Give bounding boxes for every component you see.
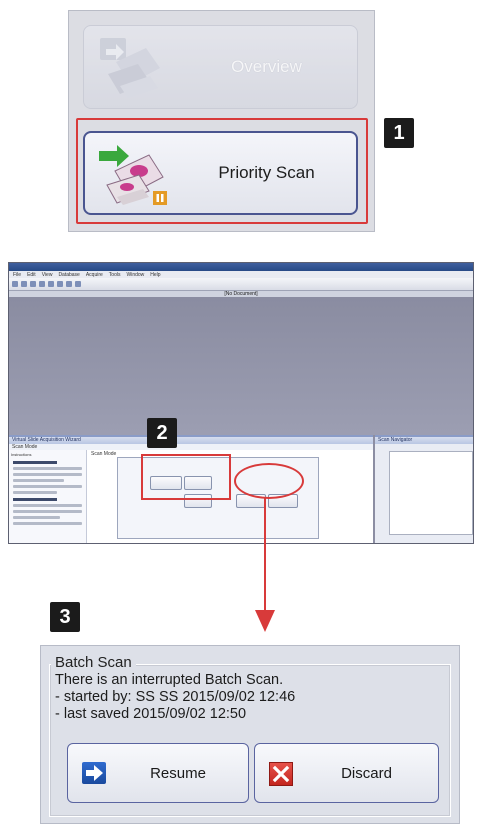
instr-line [13, 473, 82, 476]
batch-message-line: There is an interrupted Batch Scan. [55, 672, 284, 688]
resume-button[interactable]: Resume [67, 743, 249, 803]
scan-navigator-panel: Scan Navigator [375, 435, 473, 543]
priority-scan-highlight [76, 118, 368, 224]
instr-subheading [13, 461, 57, 464]
discard-label: Discard [341, 764, 392, 782]
instr-line [13, 504, 82, 507]
batch-buttons-highlight [234, 463, 304, 499]
arrow-right-icon [82, 762, 106, 784]
resume-label: Resume [150, 764, 206, 782]
menu-help[interactable]: Help [150, 272, 160, 278]
overview-icon [100, 38, 160, 98]
overview-button[interactable]: Overview [83, 25, 358, 109]
app-menu-bar: File Edit View Database Acquire Tools Wi… [9, 271, 473, 278]
menu-acquire[interactable]: Acquire [86, 272, 103, 278]
close-x-icon [269, 762, 293, 786]
toolbar-icon[interactable] [30, 281, 36, 287]
menu-database[interactable]: Database [58, 272, 79, 278]
batch-started-by: - started by: SS SS 2015/09/02 12:46 [55, 689, 296, 705]
batch-scan-dialog: Batch Scan There is an interrupted Batch… [40, 645, 460, 824]
scan-mode-highlight [141, 454, 231, 500]
callout-1: 1 [384, 118, 414, 148]
menu-tools[interactable]: Tools [109, 272, 121, 278]
instr-line [13, 479, 65, 482]
toolbar-icon[interactable] [39, 281, 45, 287]
callout-2: 2 [147, 418, 177, 448]
app-toolbar [9, 278, 473, 291]
pointer-arrow-line [264, 497, 266, 613]
instr-line [13, 510, 82, 513]
toolbar-icon[interactable] [75, 281, 81, 287]
app-title-bar [9, 263, 473, 271]
instr-line [13, 516, 61, 519]
scan-mode-heading: Scan Mode [91, 451, 117, 457]
instr-line [13, 467, 82, 470]
batch-scan-message: There is an interrupted Batch Scan. - st… [55, 672, 295, 723]
instr-line [13, 522, 82, 525]
overview-label: Overview [231, 57, 302, 76]
navigator-canvas[interactable] [389, 451, 473, 535]
application-window: File Edit View Database Acquire Tools Wi… [8, 262, 474, 544]
instr-line [13, 491, 57, 494]
menu-window[interactable]: Window [126, 272, 144, 278]
pointer-arrow-head [255, 610, 275, 632]
toolbar-icon[interactable] [48, 281, 54, 287]
menu-view[interactable]: View [42, 272, 53, 278]
discard-button[interactable]: Discard [254, 743, 439, 803]
instructions-pane: Instructions [9, 450, 87, 543]
navigator-title-bar: Scan Navigator [375, 437, 473, 444]
batch-last-saved: - last saved 2015/09/02 12:50 [55, 706, 247, 722]
toolbar-icon[interactable] [57, 281, 63, 287]
toolbar-icon[interactable] [12, 281, 18, 287]
instr-subheading [13, 498, 57, 501]
instructions-heading: Instructions [11, 452, 32, 457]
menu-file[interactable]: File [13, 272, 21, 278]
wizard-title: Virtual Slide Acquisition Wizard [9, 437, 373, 444]
toolbar-icon[interactable] [21, 281, 27, 287]
instr-line [13, 485, 82, 488]
toolbar-icon[interactable] [66, 281, 72, 287]
menu-edit[interactable]: Edit [27, 272, 36, 278]
workspace-area [9, 297, 473, 435]
batch-scan-title: Batch Scan [51, 654, 136, 671]
callout-3: 3 [50, 602, 80, 632]
